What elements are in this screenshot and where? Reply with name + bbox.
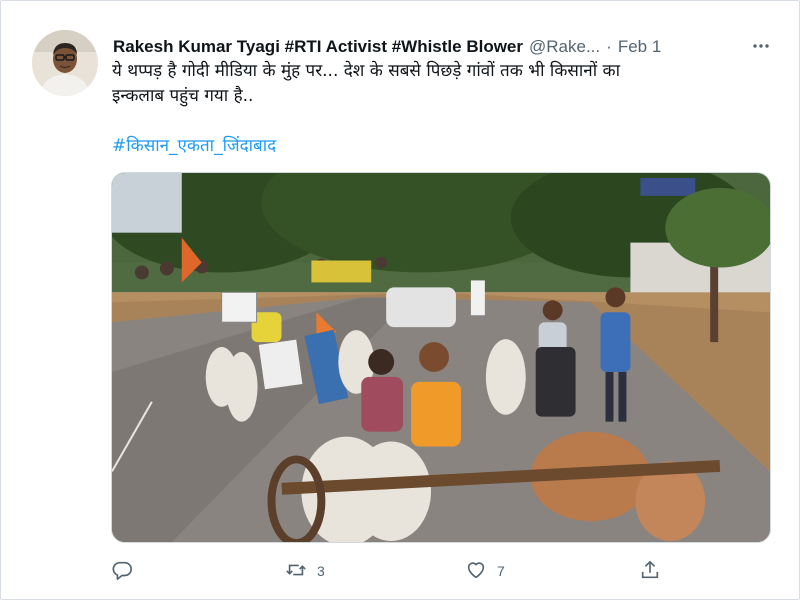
tweet-card: Rakesh Kumar Tyagi #RTI Activist #Whistl… [0, 0, 800, 600]
retweet-count: 3 [317, 563, 325, 579]
profile-photo [32, 30, 98, 96]
separator-dot: · [606, 37, 612, 56]
display-name[interactable]: Rakesh Kumar Tyagi #RTI Activist #Whistl… [113, 37, 523, 57]
hashtag-link[interactable]: #किसान_एकता_जिंदाबाद [112, 133, 276, 156]
share-icon [639, 559, 661, 584]
like-count: 7 [497, 563, 505, 579]
share-button[interactable] [639, 557, 661, 585]
reply-button[interactable] [111, 557, 143, 585]
tweet-header: Rakesh Kumar Tyagi #RTI Activist #Whistl… [113, 36, 763, 58]
tweet-text: ये थप्पड़ है गोदी मीडिया के मुंह पर... द… [112, 59, 772, 109]
more-horizontal-icon[interactable] [751, 34, 771, 58]
retweet-button[interactable]: 3 [285, 557, 325, 585]
retweet-icon [285, 559, 307, 584]
like-button[interactable]: 7 [465, 557, 505, 585]
tweet-actions: 3 7 [111, 557, 671, 585]
tweet-date[interactable]: Feb 1 [618, 37, 661, 57]
tweet-image[interactable] [111, 172, 771, 543]
heart-icon [465, 559, 487, 584]
photo-bullock-cart-rally [112, 173, 770, 542]
tweet-text-line-1: ये थप्पड़ है गोदी मीडिया के मुंह पर... द… [112, 61, 620, 81]
user-handle[interactable]: @Rake... [529, 37, 600, 57]
tweet-text-line-2: इन्कलाब पहुंच गया है.. [112, 86, 254, 106]
reply-icon [111, 559, 133, 584]
avatar[interactable] [32, 30, 98, 96]
